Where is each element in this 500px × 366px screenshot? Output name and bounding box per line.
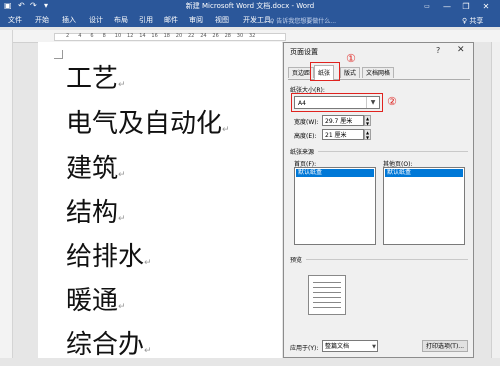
tab-mailings[interactable]: 邮件 [164, 16, 178, 25]
tab-layout[interactable]: 布局 [114, 16, 128, 25]
ruler-tick-label: 10 [114, 33, 122, 39]
doc-line[interactable]: 建筑↵ [66, 154, 126, 190]
tab-developer[interactable]: 开发工具 [243, 16, 271, 25]
doc-line[interactable]: 工艺↵ [66, 64, 126, 100]
ruler-tick-label: 30 [236, 33, 244, 39]
doc-line[interactable]: 结构↵ [66, 198, 126, 234]
section-divider [306, 259, 468, 260]
width-stepper[interactable]: ▲ ▼ [364, 115, 371, 126]
doc-line[interactable]: 电气及自动化↵ [66, 109, 230, 145]
ruler-tick-label: 2 [66, 33, 70, 39]
ruler-tick-label: 4 [78, 33, 82, 39]
ruler-tick-label: 22 [188, 33, 195, 39]
callout-number-1: ① [346, 52, 356, 65]
width-label: 宽度(W): [294, 119, 319, 126]
apply-to-select[interactable]: 整篇文档 ▼ [322, 340, 378, 352]
ruler-tick-label: 26 [212, 33, 219, 39]
ruler-tick-label: 24 [200, 33, 207, 39]
other-pages-tray-list[interactable]: 默认纸盒 [383, 167, 465, 245]
ribbon-tabs: 文件 开始 插入 设计 布局 引用 邮件 审阅 视图 开发工具 ♀ 告诉我您想要… [0, 13, 500, 27]
chevron-down-icon[interactable]: ▼ [372, 341, 376, 353]
highlight-paper-size [291, 93, 383, 112]
doc-line[interactable]: 暖通↵ [66, 286, 126, 322]
apply-to-label: 应用于(Y): [290, 345, 319, 352]
tab-file[interactable]: 文件 [8, 16, 22, 25]
doc-line[interactable]: 给排水↵ [66, 242, 152, 278]
height-label: 高度(E): [294, 133, 317, 140]
tell-me-search[interactable]: ♀ 告诉我您想要做什么... [270, 16, 336, 25]
doc-line[interactable]: 综合办↵ [66, 330, 152, 366]
margin-corner-mark [54, 50, 63, 59]
vertical-ruler [0, 30, 13, 358]
first-page-tray-list[interactable]: 默认纸盒 [294, 167, 376, 245]
section-divider [318, 151, 468, 152]
apply-to-value: 整篇文档 [325, 343, 350, 350]
document-page[interactable]: 工艺↵ 电气及自动化↵ 建筑↵ 结构↵ 给排水↵ 暖通↵ 综合办↵ [38, 42, 282, 360]
height-input[interactable]: 21 厘米 [322, 129, 364, 140]
width-input[interactable]: 29.7 厘米 [322, 115, 364, 126]
ruler-tick-label: 12 [127, 33, 134, 39]
ruler-tick-label: 32 [249, 33, 256, 39]
minimize-button[interactable]: — [440, 0, 454, 13]
restore-button[interactable]: ❐ [459, 0, 473, 13]
tab-insert[interactable]: 插入 [62, 16, 76, 25]
vertical-scrollbar[interactable] [491, 42, 500, 358]
title-bar: ▣ ↶ ↷ ▾ 新建 Microsoft Word 文档.docx - Word… [0, 0, 500, 13]
ruler-tick-label: 16 [151, 33, 158, 39]
share-button[interactable]: ♀ 共享 [462, 16, 483, 26]
ribbon-display-options-icon[interactable]: ▭ [420, 0, 434, 13]
tab-document-grid[interactable]: 文档网格 [362, 67, 395, 78]
ruler-tick-label: 6 [90, 33, 94, 39]
help-button[interactable]: ? [436, 46, 440, 55]
tab-layout-settings[interactable]: 版式 [340, 67, 361, 78]
tab-view[interactable]: 视图 [215, 16, 229, 25]
print-options-button[interactable]: 打印选项(T)... [422, 340, 468, 352]
height-stepper[interactable]: ▲ ▼ [364, 129, 371, 140]
close-button[interactable]: ✕ [479, 0, 493, 13]
preview-label: 预览 [290, 257, 303, 264]
tab-review[interactable]: 审阅 [189, 16, 203, 25]
ruler-tick-label: 20 [175, 33, 183, 39]
page-preview [308, 275, 346, 315]
list-item[interactable]: 默认纸盒 [296, 169, 374, 177]
tab-references[interactable]: 引用 [139, 16, 153, 25]
page-setup-dialog: 页面设置 ? ✕ 页边距 纸张 版式 文档网格 ① 纸张大小(R): A4 ▼ … [283, 42, 474, 358]
ruler-tick-label: 8 [102, 33, 106, 39]
list-item[interactable]: 默认纸盒 [385, 169, 463, 177]
ruler-tick-label: 18 [163, 33, 170, 39]
tab-home[interactable]: 开始 [35, 16, 49, 25]
dialog-title: 页面设置 [290, 48, 318, 56]
callout-number-2: ② [387, 95, 397, 108]
highlight-paper-tab [310, 62, 340, 81]
tab-design[interactable]: 设计 [89, 16, 103, 25]
dialog-close-button[interactable]: ✕ [457, 45, 465, 55]
ruler-tick-label: 28 [224, 33, 231, 39]
ruler-tick-label: 14 [139, 33, 146, 39]
paper-source-label: 纸张来源 [290, 149, 315, 156]
